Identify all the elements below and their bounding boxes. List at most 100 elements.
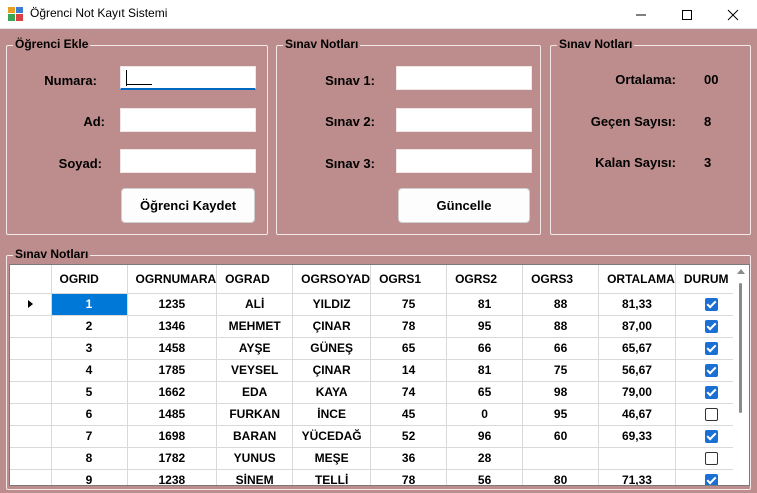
vertical-scrollbar[interactable]: [733, 265, 749, 485]
cell-numara[interactable]: 1346: [127, 315, 218, 338]
table-row[interactable]: 1 1235 ALİ YILDIZ 75 81 88 81,33: [10, 293, 748, 316]
column-header-ogrid[interactable]: OGRID: [51, 265, 128, 294]
cell-ad[interactable]: EDA: [216, 381, 294, 404]
cell-ort[interactable]: 71,33: [598, 469, 676, 485]
cell-ad[interactable]: AYŞE: [216, 337, 294, 360]
cell-id[interactable]: 6: [51, 403, 128, 426]
guncelle-button[interactable]: Güncelle: [398, 188, 530, 223]
cell-soyad[interactable]: GÜNEŞ: [292, 337, 372, 360]
table-row[interactable]: 7 1698 BARAN YÜCEDAĞ 52 96 60 69,33: [10, 425, 748, 448]
cell-s1[interactable]: 45: [370, 403, 448, 426]
table-row[interactable]: 6 1485 FURKAN İNCE 45 0 95 46,67: [10, 403, 748, 426]
ogrenci-kaydet-button[interactable]: Öğrenci Kaydet: [121, 188, 255, 223]
cell-s2[interactable]: 0: [446, 403, 524, 426]
row-header[interactable]: [10, 403, 52, 426]
cell-soyad[interactable]: ÇINAR: [292, 359, 372, 382]
table-row[interactable]: 3 1458 AYŞE GÜNEŞ 65 66 66 65,67: [10, 337, 748, 360]
cell-soyad[interactable]: ÇINAR: [292, 315, 372, 338]
cell-id[interactable]: 7: [51, 425, 128, 448]
cell-s2[interactable]: 28: [446, 447, 524, 470]
cell-soyad[interactable]: YILDIZ: [292, 293, 372, 316]
close-button[interactable]: [710, 0, 756, 29]
cell-ort[interactable]: 69,33: [598, 425, 676, 448]
cell-numara[interactable]: 1485: [127, 403, 218, 426]
cell-ad[interactable]: BARAN: [216, 425, 294, 448]
row-header[interactable]: [10, 425, 52, 448]
cell-ort[interactable]: 87,00: [598, 315, 676, 338]
cell-s3[interactable]: 95: [522, 403, 600, 426]
cell-s3[interactable]: 88: [522, 293, 600, 316]
cell-s3[interactable]: [522, 447, 600, 470]
cell-numara[interactable]: 1235: [127, 293, 218, 316]
cell-s1[interactable]: 52: [370, 425, 448, 448]
table-row[interactable]: 5 1662 EDA KAYA 74 65 98 79,00: [10, 381, 748, 404]
column-header-ortalama[interactable]: ORTALAMA: [598, 265, 676, 294]
cell-ort[interactable]: 65,67: [598, 337, 676, 360]
cell-s1[interactable]: 78: [370, 469, 448, 485]
cell-id[interactable]: 1: [51, 293, 128, 316]
column-header-ograd[interactable]: OGRAD: [216, 265, 294, 294]
cell-ort[interactable]: 56,67: [598, 359, 676, 382]
cell-numara[interactable]: 1782: [127, 447, 218, 470]
minimize-button[interactable]: [618, 0, 664, 29]
checkbox-icon[interactable]: [704, 342, 718, 356]
cell-soyad[interactable]: KAYA: [292, 381, 372, 404]
cell-s3[interactable]: 88: [522, 315, 600, 338]
cell-soyad[interactable]: İNCE: [292, 403, 372, 426]
row-header[interactable]: [10, 315, 52, 338]
ad-field[interactable]: [120, 108, 256, 132]
checkbox-icon[interactable]: [704, 474, 718, 485]
cell-ort[interactable]: 46,67: [598, 403, 676, 426]
cell-ort[interactable]: 79,00: [598, 381, 676, 404]
cell-id[interactable]: 9: [51, 469, 128, 485]
checkbox-icon[interactable]: [704, 430, 718, 444]
cell-numara[interactable]: 1785: [127, 359, 218, 382]
cell-s3[interactable]: 98: [522, 381, 600, 404]
sinav3-field[interactable]: [396, 149, 532, 173]
cell-numara[interactable]: 1238: [127, 469, 218, 485]
table-row[interactable]: 4 1785 VEYSEL ÇINAR 14 81 75 56,67: [10, 359, 748, 382]
cell-s1[interactable]: 36: [370, 447, 448, 470]
sinav1-field[interactable]: [396, 66, 532, 90]
row-header[interactable]: [10, 381, 52, 404]
cell-s2[interactable]: 95: [446, 315, 524, 338]
column-header-ogrsoyad[interactable]: OGRSOYAD: [292, 265, 372, 294]
cell-s3[interactable]: 66: [522, 337, 600, 360]
cell-ad[interactable]: ALİ: [216, 293, 294, 316]
cell-soyad[interactable]: MEŞE: [292, 447, 372, 470]
cell-soyad[interactable]: TELLİ: [292, 469, 372, 485]
cell-ad[interactable]: MEHMET: [216, 315, 294, 338]
cell-s2[interactable]: 81: [446, 293, 524, 316]
cell-numara[interactable]: 1698: [127, 425, 218, 448]
cell-s1[interactable]: 78: [370, 315, 448, 338]
column-header-ogrs1[interactable]: OGRS1: [370, 265, 448, 294]
checkbox-icon[interactable]: [704, 408, 718, 422]
scrollbar-thumb[interactable]: [739, 283, 742, 413]
row-header[interactable]: [10, 469, 52, 485]
checkbox-icon[interactable]: [704, 452, 718, 466]
cell-s1[interactable]: 14: [370, 359, 448, 382]
cell-s1[interactable]: 74: [370, 381, 448, 404]
cell-ad[interactable]: FURKAN: [216, 403, 294, 426]
cell-s2[interactable]: 56: [446, 469, 524, 485]
column-header-ogrnumara[interactable]: OGRNUMARA: [127, 265, 218, 294]
cell-s3[interactable]: 60: [522, 425, 600, 448]
cell-numara[interactable]: 1458: [127, 337, 218, 360]
cell-id[interactable]: 4: [51, 359, 128, 382]
cell-ad[interactable]: SİNEM: [216, 469, 294, 485]
cell-ad[interactable]: YUNUS: [216, 447, 294, 470]
sinav2-field[interactable]: [396, 108, 532, 132]
checkbox-icon[interactable]: [704, 386, 718, 400]
row-header[interactable]: [10, 337, 52, 360]
notes-grid[interactable]: OGRID OGRNUMARA OGRAD OGRSOYAD OGRS1 OGRS2 OGR…: [9, 264, 750, 486]
cell-s1[interactable]: 75: [370, 293, 448, 316]
cell-s3[interactable]: 80: [522, 469, 600, 485]
cell-id[interactable]: 8: [51, 447, 128, 470]
checkbox-icon[interactable]: [704, 298, 718, 312]
scroll-up-icon[interactable]: [737, 269, 745, 274]
cell-s2[interactable]: 81: [446, 359, 524, 382]
cell-id[interactable]: 3: [51, 337, 128, 360]
column-header-ogrs2[interactable]: OGRS2: [446, 265, 524, 294]
cell-id[interactable]: 5: [51, 381, 128, 404]
cell-s2[interactable]: 66: [446, 337, 524, 360]
